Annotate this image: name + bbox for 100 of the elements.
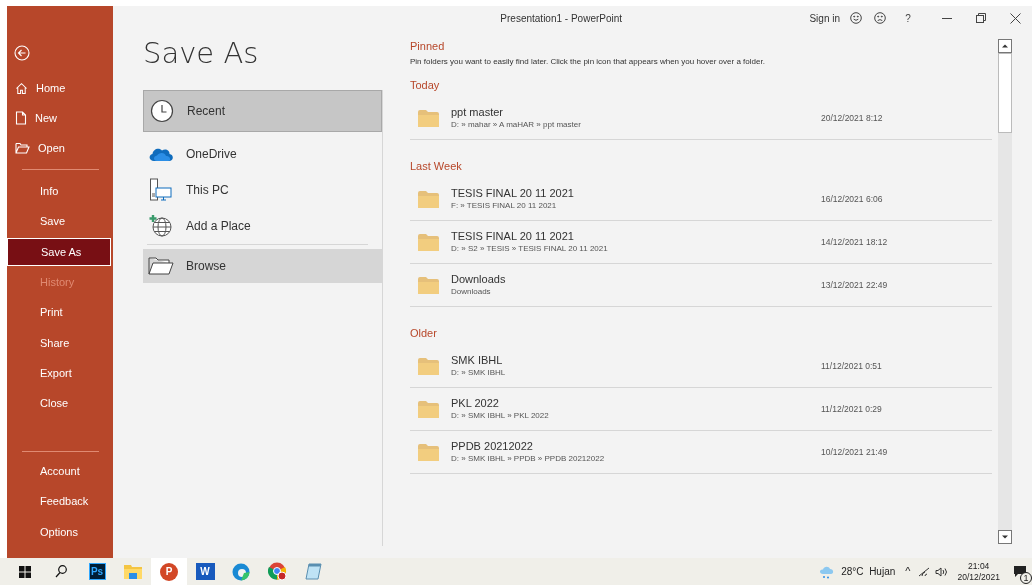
browser-icon (232, 562, 250, 581)
folder-path: D: » mahar » A maHAR » ppt master (451, 119, 582, 131)
folder-icon (418, 400, 439, 418)
folder-row[interactable]: PKL 2022 D: » SMK IBHL » PKL 2022 11/12/2021 0:29 (410, 388, 992, 431)
section-heading: Last Week (410, 159, 463, 174)
weather-icon (819, 564, 836, 579)
computer-icon (149, 178, 173, 202)
smile-icon[interactable] (850, 12, 862, 24)
folder-name: Downloads (451, 272, 507, 286)
place-item[interactable]: This PC (143, 172, 382, 208)
window-title: Presentation1 - PowerPoint (500, 11, 623, 26)
close-icon (1009, 12, 1021, 24)
section-heading: Pinned (410, 39, 446, 54)
folder-icon (15, 142, 30, 154)
folder-path: D: » SMK IBHL (451, 367, 507, 379)
folder-path: D: » SMK IBHL » PPDB » PPDB 20212022 (451, 453, 606, 465)
pinned-hint: Pin folders you want to easily find later. Click the pin icon that appears when you hover over a folder. (410, 56, 766, 68)
scroll-down-icon[interactable] (998, 530, 1012, 544)
folder-name: SMK IBHL (451, 353, 504, 367)
folder-date: 20/12/2021 8:12 (821, 111, 883, 125)
help-button[interactable]: ? (886, 10, 930, 26)
folder-name: TESIS FINAL 20 11 2021 (451, 229, 575, 243)
place-item[interactable]: Recent (143, 90, 382, 132)
section-heading: Today (410, 78, 441, 93)
nav-item[interactable]: Share (7, 328, 111, 357)
search-icon (55, 565, 67, 578)
folder-icon (418, 190, 439, 208)
nav-item[interactable]: Home (7, 74, 111, 102)
nav-item[interactable]: Account (7, 457, 111, 486)
place-item[interactable]: OneDrive (143, 136, 382, 172)
folder-row[interactable]: PPDB 20212022 D: » SMK IBHL » PPDB » PPDB 20212022 10/12/2021 21:49 (410, 431, 992, 474)
folder-date: 16/12/2021 6:06 (821, 192, 883, 206)
nav-item[interactable]: Options (7, 518, 111, 546)
folder-date: 13/12/2021 22:49 (821, 278, 888, 292)
folder-date: 14/12/2021 18:12 (821, 235, 888, 249)
scroll-thumb[interactable] (998, 53, 1012, 133)
nav-item[interactable]: Open (7, 134, 111, 162)
place-item[interactable]: Add a Place (143, 208, 382, 244)
folder-icon (148, 256, 174, 276)
browser-icon (267, 562, 287, 581)
nav-item[interactable]: Print (7, 298, 111, 327)
nav-item[interactable]: Export (7, 359, 111, 388)
folder-name: ppt master (451, 105, 504, 119)
folder-date: 11/12/2021 0:51 (821, 359, 882, 373)
nav-item[interactable]: Feedback (7, 487, 111, 516)
taskbar-app[interactable]: Ps (79, 558, 115, 585)
document-icon (15, 111, 27, 125)
home-icon (15, 81, 28, 95)
taskbar-app[interactable]: P (151, 558, 187, 585)
clock-time: 21:04 (968, 560, 990, 572)
scrollbar[interactable] (998, 39, 1012, 544)
folder-icon (418, 357, 439, 375)
nav-item[interactable]: Save As (7, 237, 111, 266)
notification-badge: 1 (1020, 572, 1032, 584)
folder-name: TESIS FINAL 20 11 2021 (451, 186, 575, 200)
minimize-icon (942, 17, 952, 19)
windows-icon (19, 565, 31, 578)
weather-text: 28°C Hujan (841, 565, 896, 579)
folder-icon (418, 109, 439, 127)
word-icon: W (195, 563, 215, 580)
clock-date: 20/12/2021 (957, 571, 1000, 583)
notepad-icon (304, 563, 322, 580)
speaker-icon (935, 566, 950, 577)
wifi-icon (918, 566, 931, 577)
folder-icon (418, 443, 439, 461)
folder-icon (418, 233, 439, 251)
folder-row[interactable]: TESIS FINAL 20 11 2021 F: » TESIS FINAL 20 11 2021 16/12/2021 6:06 (410, 178, 992, 221)
folder-path: Downloads (451, 286, 492, 298)
folder-name: PPDB 20212022 (451, 439, 534, 453)
page-title: Save As (143, 39, 260, 68)
sign-in-link[interactable]: Sign in (809, 10, 840, 26)
folder-path: D: » SMK IBHL » PKL 2022 (451, 410, 550, 422)
folder-icon (418, 276, 439, 294)
message-icon (1014, 565, 1026, 578)
folder-date: 11/12/2021 0:29 (821, 402, 882, 416)
folder-date: 10/12/2021 21:49 (821, 445, 888, 459)
notification-button[interactable]: 1 (1008, 558, 1032, 585)
nav-item[interactable]: Save (7, 207, 111, 236)
folder-row[interactable]: SMK IBHL D: » SMK IBHL 11/12/2021 0:51 (410, 345, 992, 388)
cloud-icon (148, 146, 174, 162)
nav-item[interactable]: Close (7, 389, 111, 418)
folder-path: D: » S2 » TESIS » TESIS FINAL 20 11 2021 (451, 243, 609, 255)
globe-plus-icon (149, 214, 173, 238)
tray-chevron[interactable]: ^ (905, 563, 911, 580)
folder-row[interactable]: TESIS FINAL 20 11 2021 D: » S2 » TESIS » TESIS FINAL 20 11 2021 14/12/2021 18:12 (410, 221, 992, 264)
clock-icon (150, 99, 174, 123)
folder-name: PKL 2022 (451, 396, 500, 410)
taskbar-app[interactable]: W (187, 558, 223, 585)
restore-icon (976, 13, 986, 23)
folder-row[interactable]: Downloads Downloads 13/12/2021 22:49 (410, 264, 992, 307)
folder-icon (124, 564, 142, 579)
nav-item[interactable]: New (7, 104, 111, 132)
nav-item[interactable]: Info (7, 177, 111, 205)
section-heading: Older (410, 326, 438, 341)
back-button[interactable] (14, 44, 32, 62)
powerpoint-icon: P (160, 562, 178, 581)
scroll-up-icon[interactable] (998, 39, 1012, 53)
folder-row[interactable]: ppt master D: » mahar » A maHAR » ppt master 20/12/2021 8:12 (410, 97, 992, 140)
place-item[interactable]: Browse (143, 249, 382, 283)
frown-icon[interactable] (874, 12, 886, 24)
